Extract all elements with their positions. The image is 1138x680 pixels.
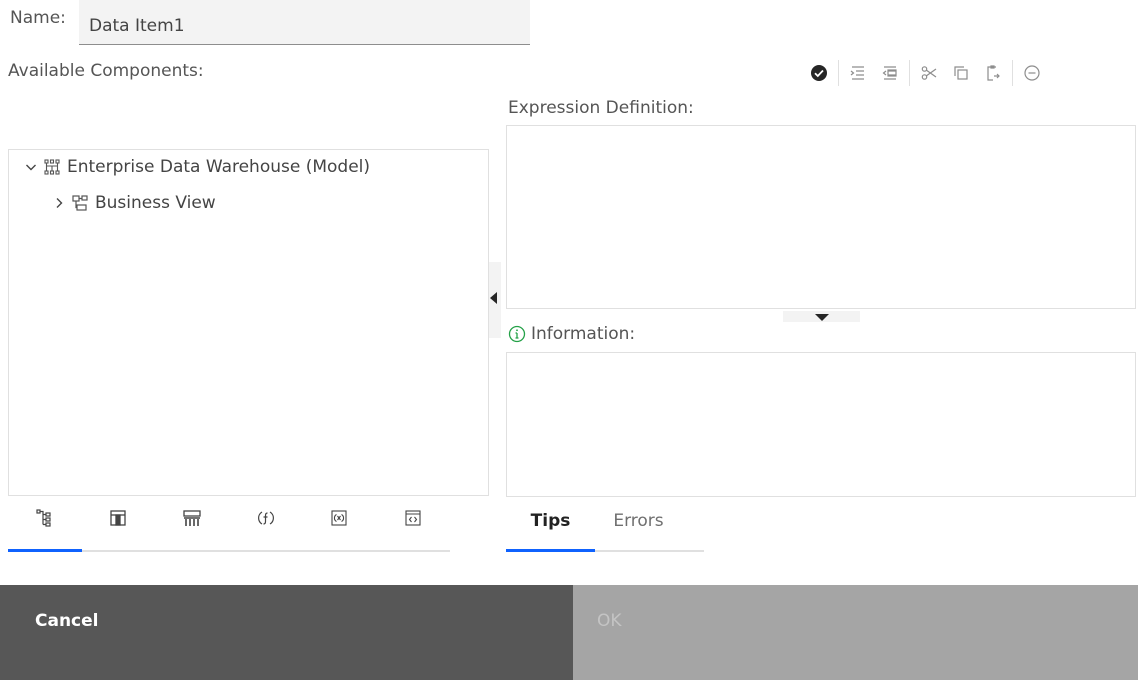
tab-tips[interactable]: Tips [506, 503, 595, 552]
info-tabs: Tips Errors [506, 503, 704, 552]
toolbar-separator [909, 60, 910, 86]
available-components-label: Available Components: [8, 61, 204, 81]
tree-item-label: Enterprise Data Warehouse (Model) [67, 157, 371, 177]
macros-icon [405, 510, 421, 526]
name-input[interactable] [79, 0, 530, 45]
query-items-icon [183, 510, 201, 526]
horizontal-splitter[interactable] [783, 311, 860, 322]
tree-item-model[interactable]: Enterprise Data Warehouse (Model) [25, 157, 370, 177]
model-icon [44, 159, 60, 175]
cut-icon[interactable] [918, 62, 940, 84]
outdent-icon[interactable] [879, 62, 901, 84]
functions-icon [257, 511, 274, 525]
cancel-button[interactable]: Cancel [0, 585, 573, 680]
paste-icon[interactable] [982, 62, 1004, 84]
copy-icon[interactable] [950, 62, 972, 84]
toolbar-separator [1012, 60, 1013, 86]
indent-icon[interactable] [847, 62, 869, 84]
tab-source[interactable] [8, 503, 82, 552]
name-label: Name: [10, 8, 66, 28]
tab-macros[interactable] [375, 503, 450, 552]
tab-data-items[interactable] [81, 503, 156, 552]
information-heading: Information: [508, 324, 635, 344]
tab-query-items[interactable] [155, 503, 229, 552]
source-tree-icon [36, 509, 51, 527]
expression-editor[interactable] [506, 125, 1136, 309]
vertical-splitter[interactable] [489, 262, 501, 338]
tree-item-business-view[interactable]: Business View [53, 193, 216, 213]
ok-button[interactable]: OK [573, 585, 1138, 680]
caret-down-icon[interactable] [815, 314, 829, 321]
chevron-down-icon[interactable] [25, 161, 37, 173]
tab-parameters[interactable] [302, 503, 376, 552]
expression-definition-label: Expression Definition: [508, 98, 694, 118]
information-panel [506, 352, 1136, 497]
expression-toolbar [808, 58, 1043, 88]
source-tree-panel: Enterprise Data Warehouse (Model) Busine… [8, 149, 489, 496]
tab-functions[interactable] [228, 503, 303, 552]
tree-item-label: Business View [95, 193, 216, 213]
namespace-icon [72, 195, 88, 211]
validate-check-icon[interactable] [808, 62, 830, 84]
info-icon [508, 325, 526, 343]
parameters-icon [331, 510, 347, 526]
chevron-right-icon[interactable] [53, 197, 65, 209]
toolbar-separator [838, 60, 839, 86]
caret-left-icon[interactable] [490, 292, 498, 304]
component-tabs [8, 503, 450, 552]
information-label: Information: [531, 324, 636, 344]
remove-icon[interactable] [1021, 62, 1043, 84]
tab-errors[interactable]: Errors [595, 503, 704, 552]
data-items-icon [110, 510, 127, 526]
